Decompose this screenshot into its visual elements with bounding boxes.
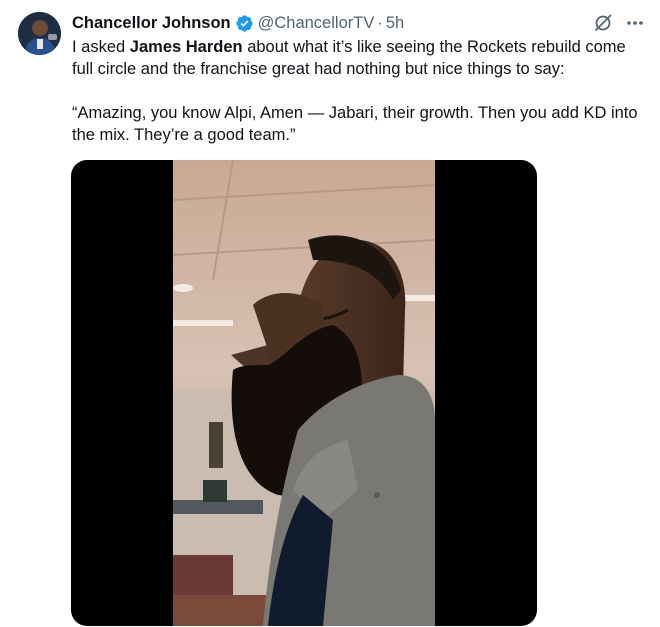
more-options-icon[interactable] [624, 12, 646, 34]
author-handle[interactable]: @ChancellorTV [258, 12, 375, 34]
separator-dot: · [377, 14, 383, 32]
author-name[interactable]: Chancellor Johnson [72, 12, 231, 34]
tweet-card[interactable]: Chancellor Johnson @ChancellorTV · 5h I … [0, 0, 660, 627]
timestamp[interactable]: 5h [386, 12, 404, 34]
grok-icon[interactable] [592, 12, 614, 34]
avatar[interactable] [18, 12, 61, 55]
tweet-quote: “Amazing, you know Alpi, Amen — Jabari, … [72, 104, 638, 144]
mentioned-player: James Harden [129, 38, 243, 56]
tweet-intro: I asked James Harden about what it’s lik… [72, 36, 647, 80]
video-frame-image [173, 160, 435, 626]
tweet-video[interactable] [71, 160, 537, 626]
verified-badge-icon [235, 14, 254, 33]
tweet-text: I asked James Harden about what it’s lik… [72, 36, 647, 168]
tweet-header: Chancellor Johnson @ChancellorTV · 5h [72, 12, 646, 34]
intro-text-start: I asked [72, 38, 130, 56]
